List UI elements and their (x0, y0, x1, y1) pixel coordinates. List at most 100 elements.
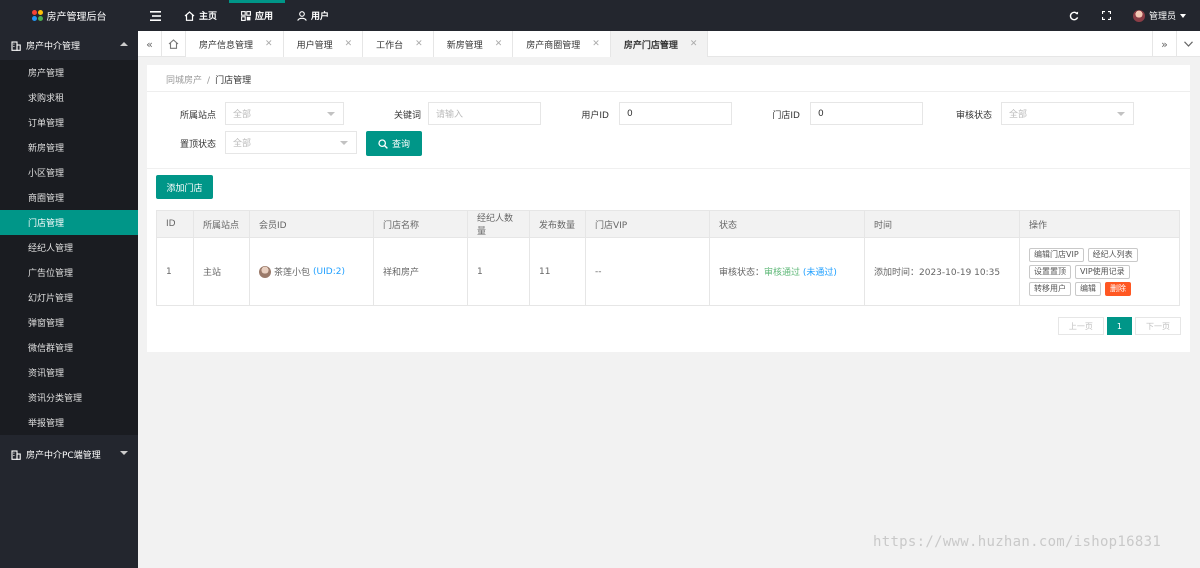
close-icon[interactable]: ✕ (415, 39, 423, 49)
home-icon (168, 39, 179, 49)
tab-user-management[interactable]: 用户管理 ✕ (283, 31, 364, 57)
tab-stores[interactable]: 房产门店管理 ✕ (610, 31, 709, 58)
logo-icon (31, 10, 43, 21)
review-status-filter-label: 审核状态 (955, 111, 992, 121)
tab-business-district[interactable]: 房产商圈管理 ✕ (513, 31, 611, 57)
sidebar-item-wanted[interactable]: 求购求租 (0, 85, 138, 110)
divider (147, 168, 1190, 169)
tab-new-house[interactable]: 新房管理 ✕ (433, 31, 514, 57)
page-1-button[interactable]: 1 (1106, 317, 1132, 335)
add-store-button[interactable]: 添加门店 (156, 175, 213, 199)
review-status-select[interactable]: 全部 (1001, 102, 1134, 125)
close-icon[interactable]: ✕ (265, 39, 273, 49)
top-status-select[interactable]: 全部 (225, 131, 357, 154)
sidebar-item-label: 求购求租 (28, 94, 65, 104)
double-chevron-right-icon: » (1161, 37, 1168, 51)
transfer-user-button[interactable]: 转移用户 (1029, 281, 1071, 296)
tab-workbench[interactable]: 工作台 ✕ (363, 31, 434, 57)
tabs-bar: « 房产信息管理 ✕ 用户管理 ✕ 工作台 ✕ 新房管理 ✕ 房产商圈管理 ✕ 房产门店管… (138, 31, 1200, 58)
sidebar-item-business-district[interactable]: 商圈管理 (0, 185, 138, 210)
prev-page-button[interactable]: 上一页 (1057, 317, 1104, 335)
user-name: 管理员 (1148, 12, 1176, 22)
logo[interactable]: 房产管理后台 (0, 0, 138, 31)
sidebar-item-popups[interactable]: 弹窗管理 (0, 310, 138, 335)
sidebar: 房产中介管理 房产管理 求购求租 订单管理 新房管理 小区管理 商圈管理 门店管… (0, 31, 138, 568)
close-icon[interactable]: ✕ (592, 39, 600, 49)
delete-button[interactable]: 删除 (1105, 281, 1131, 296)
refresh-button[interactable] (1060, 0, 1088, 31)
chevron-down-icon (1184, 41, 1193, 47)
sidebar-item-wechat-groups[interactable]: 微信群管理 (0, 335, 138, 360)
close-icon[interactable]: ✕ (345, 39, 353, 49)
double-chevron-left-icon: « (146, 37, 153, 51)
store-id-input[interactable]: 0 (810, 102, 923, 125)
user-id-value: 0 (627, 108, 633, 119)
review-status-value: 全部 (1009, 110, 1028, 120)
cell-id: 1 (156, 237, 194, 306)
sidebar-group-agency-pc[interactable]: 房产中介PC端管理 (0, 440, 138, 469)
vip-usage-log-button[interactable]: VIP使用记录 (1075, 264, 1130, 279)
topnav-apps[interactable]: 应用 (229, 0, 286, 31)
keyword-filter-label: 关键词 (393, 111, 421, 121)
sidebar-item-stores[interactable]: 门店管理 (0, 210, 138, 235)
sidebar-item-community[interactable]: 小区管理 (0, 160, 138, 185)
status-reject-link[interactable]: (未通过) (803, 268, 837, 278)
agent-list-button[interactable]: 经纪人列表 (1087, 247, 1138, 262)
sidebar-item-ad-slots[interactable]: 广告位管理 (0, 260, 138, 285)
sidebar-item-news-categories[interactable]: 资讯分类管理 (0, 385, 138, 410)
sidebar-item-label: 订单管理 (28, 119, 65, 129)
fullscreen-icon (1101, 11, 1111, 20)
topnav-user[interactable]: 用户 (285, 0, 341, 31)
tabs-scroll-left-button[interactable]: « (138, 31, 162, 57)
next-page-button[interactable]: 下一页 (1135, 317, 1181, 335)
member-uid-link[interactable]: (UID:2) (313, 267, 345, 277)
fullscreen-button[interactable] (1088, 0, 1125, 31)
refresh-icon (1069, 11, 1079, 20)
chevron-down-icon (340, 141, 348, 145)
chevron-down-icon (1180, 13, 1186, 18)
tab-label: 新房管理 (446, 40, 483, 51)
home-tab-button[interactable] (162, 31, 186, 57)
cell-member: 茶莲小包 (UID:2) (249, 237, 374, 306)
user-menu[interactable]: 管理员 (1125, 0, 1200, 31)
sidebar-item-slides[interactable]: 幻灯片管理 (0, 285, 138, 310)
topnav-home[interactable]: 主页 (172, 0, 229, 31)
sidebar-item-reports[interactable]: 举报管理 (0, 410, 138, 435)
sidebar-group-label: 房产中介PC端管理 (26, 451, 101, 461)
tab-label: 房产信息管理 (199, 40, 254, 51)
sidebar-item-label: 广告位管理 (28, 269, 74, 279)
sidebar-item-news[interactable]: 资讯管理 (0, 360, 138, 385)
chevron-down-icon (1117, 112, 1125, 116)
sidebar-item-label: 资讯分类管理 (28, 394, 83, 404)
app-title: 房产管理后台 (46, 12, 107, 23)
tab-property-info[interactable]: 房产信息管理 ✕ (186, 31, 284, 57)
keyword-input[interactable]: 请输入 (428, 102, 541, 125)
sidebar-item-agents[interactable]: 经纪人管理 (0, 235, 138, 260)
close-icon[interactable]: ✕ (690, 39, 698, 49)
edit-button[interactable]: 编辑 (1075, 281, 1101, 296)
set-top-button[interactable]: 设置置顶 (1029, 264, 1071, 279)
sidebar-item-label: 小区管理 (28, 169, 65, 179)
tabs-scroll-right-button[interactable]: » (1152, 31, 1176, 57)
chevron-down-icon (327, 112, 335, 116)
sidebar-group-agency[interactable]: 房产中介管理 (0, 31, 138, 60)
user-id-input[interactable]: 0 (619, 102, 732, 125)
sidebar-item-label: 幻灯片管理 (28, 294, 74, 304)
sidebar-group-label: 房产中介管理 (26, 42, 81, 52)
edit-store-vip-button[interactable]: 编辑门店VIP (1029, 247, 1084, 262)
status-prefix: 审核状态： (719, 268, 765, 278)
tabs-menu-button[interactable] (1176, 31, 1200, 57)
cell-site: 主站 (193, 237, 250, 306)
menu-icon (149, 10, 161, 21)
sidebar-item-orders[interactable]: 订单管理 (0, 110, 138, 135)
breadcrumb-parent[interactable]: 同城房产 (166, 76, 202, 86)
menu-toggle-button[interactable] (138, 0, 172, 31)
close-icon[interactable]: ✕ (495, 39, 503, 49)
col-post-count: 发布数量 (529, 210, 586, 238)
site-select-value: 全部 (233, 110, 252, 120)
search-button[interactable]: 查询 (366, 131, 422, 156)
sidebar-item-new-house[interactable]: 新房管理 (0, 135, 138, 160)
site-select[interactable]: 全部 (225, 102, 344, 125)
sidebar-item-label: 新房管理 (28, 144, 65, 154)
sidebar-item-property[interactable]: 房产管理 (0, 60, 138, 85)
